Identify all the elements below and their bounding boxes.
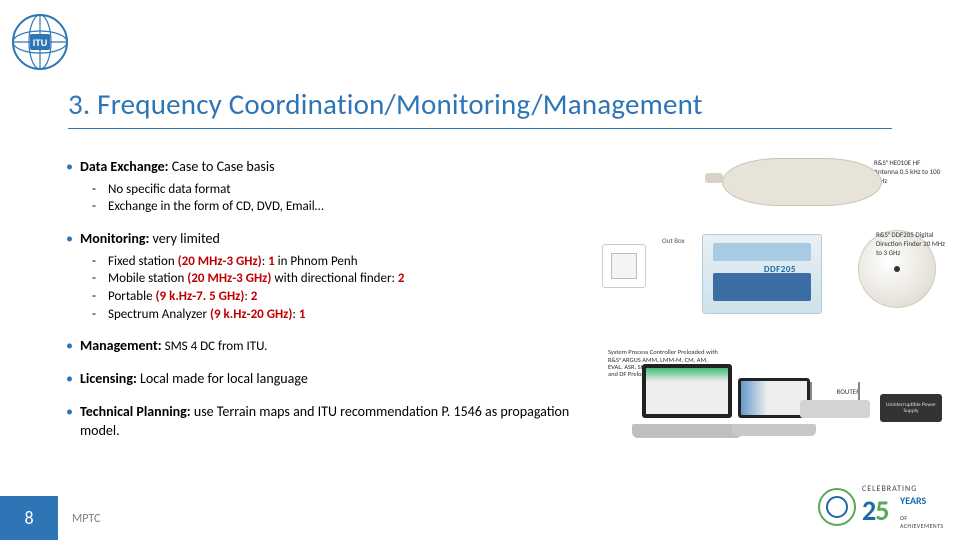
bullet-licensing: Licensing: Local made for local language	[80, 370, 600, 389]
txt: Mobile station	[108, 271, 187, 286]
page-number: 8	[0, 496, 58, 540]
svg-text:ITU: ITU	[33, 38, 48, 48]
itu-logo: ITU	[8, 10, 72, 74]
equipment-diagram: R&S®HE010E HF Antenna 0.5 kHz to 100 MHz…	[602, 158, 942, 448]
range: (20 MHz-3 GHz)	[178, 254, 262, 269]
sublist: Fixed station (20 MHz-3 GHz): 1 in Phnom…	[80, 253, 600, 323]
router-icon	[800, 400, 870, 418]
laurel-globe-icon	[818, 488, 856, 526]
globe-icon: ITU	[8, 10, 72, 74]
txt: Portable	[108, 289, 156, 304]
bullet-lead: Technical Planning:	[80, 403, 191, 420]
bullet-lead: Data Exchange:	[80, 158, 169, 175]
itu-25-years-badge: CELEBRATING 25 YEARS OF ACHIEVEMENTS	[818, 484, 946, 530]
page-title: 3. Frequency Coordination/Monitoring/Man…	[68, 86, 703, 122]
bullet-data-exchange: Data Exchange: Case to Case basis No spe…	[80, 158, 600, 216]
label-df-antenna: R&S®DDF205 Digital Direction Finder 20 M…	[876, 230, 946, 257]
bullet-text: Local made for local language	[137, 370, 308, 387]
bullet-management: Management: SMS 4 DC from ITU.	[80, 337, 600, 356]
bullet-text: very limited	[149, 230, 219, 247]
badge-years: YEARS	[900, 496, 926, 506]
bullet-text: Case to Case basis	[169, 158, 275, 175]
count: 2	[251, 289, 258, 304]
sub-item: Spectrum Analyzer (9 k.Hz-20 GHz): 1	[80, 306, 600, 324]
label-ups: Uninterruptible Power Supply	[882, 402, 940, 414]
badge-25: 25	[862, 493, 888, 528]
laptop-primary-icon	[632, 364, 742, 438]
label-outbox: Out Box	[662, 236, 685, 245]
sub-item: Fixed station (20 MHz-3 GHz): 1 in Phnom…	[80, 253, 600, 271]
sub-item: No specific data format	[80, 181, 600, 199]
txt: with directional finder:	[271, 271, 398, 286]
sublist: No specific data format Exchange in the …	[80, 181, 600, 216]
count: 2	[398, 271, 405, 286]
range: (9 k.Hz-7. 5 GHz)	[156, 289, 245, 304]
title-underline	[68, 128, 892, 129]
sub-item: Exchange in the form of CD, DVD, Email…	[80, 198, 600, 216]
footer-text: MPTC	[72, 512, 100, 526]
bullet-lead: Licensing:	[80, 370, 137, 387]
hf-antenna-icon	[722, 158, 882, 206]
bullet-text: SMS 4 DC from ITU.	[162, 339, 268, 354]
count: 1	[299, 307, 306, 322]
label-hf-antenna: R&S®HE010E HF Antenna 0.5 kHz to 100 MHz	[874, 158, 944, 185]
bullet-lead: Management:	[80, 337, 162, 354]
slide: ITU 3. Frequency Coordination/Monitoring…	[0, 0, 960, 540]
rack-receiver-icon	[702, 234, 822, 314]
bullet-monitoring: Monitoring: very limited Fixed station (…	[80, 230, 600, 323]
range: (9 k.Hz-20 GHz)	[210, 307, 292, 322]
bullet-lead: Monitoring:	[80, 230, 149, 247]
label-router: ROUTER	[837, 387, 861, 396]
patch-panel-icon	[602, 244, 646, 288]
count: 1	[268, 254, 275, 269]
txt: Fixed station	[108, 254, 178, 269]
content-column: Data Exchange: Case to Case basis No spe…	[80, 158, 600, 441]
badge-of-achievements: OF ACHIEVEMENTS	[900, 514, 946, 530]
range: (20 MHz-3 GHz)	[187, 271, 271, 286]
txt: in Phnom Penh	[275, 254, 358, 269]
sub-item: Mobile station (20 MHz-3 GHz) with direc…	[80, 270, 600, 288]
bullet-technical-planning: Technical Planning: use Terrain maps and…	[80, 403, 600, 441]
txt: Spectrum Analyzer	[108, 307, 210, 322]
label-rack-model: DDF205	[764, 264, 796, 275]
sub-item: Portable (9 k.Hz-7. 5 GHz): 2	[80, 288, 600, 306]
